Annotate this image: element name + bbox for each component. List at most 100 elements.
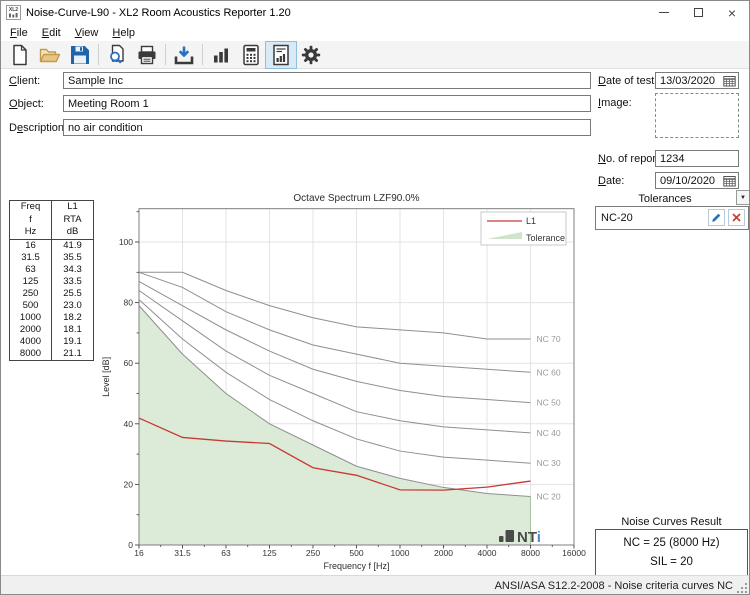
svg-text:Level [dB]: Level [dB] <box>101 357 111 397</box>
tolerance-item[interactable]: NC-20 <box>596 207 748 229</box>
date-of-test-field <box>655 72 739 89</box>
svg-text:8000: 8000 <box>521 548 540 558</box>
svg-text:80: 80 <box>124 298 134 308</box>
table-row: 125 33.5 <box>10 276 94 288</box>
settings-button[interactable] <box>296 42 326 68</box>
print-preview-icon <box>106 44 128 66</box>
level-cell: 25.5 <box>52 288 94 300</box>
image-drop-area[interactable] <box>655 93 739 138</box>
client-label: Client: <box>9 75 40 87</box>
freq-cell: 1000 <box>10 312 52 324</box>
menu-edit[interactable]: Edit <box>35 26 68 40</box>
x-icon <box>732 213 741 222</box>
svg-text:40: 40 <box>124 419 134 429</box>
client-input[interactable] <box>63 72 591 89</box>
pencil-icon <box>711 212 722 223</box>
print-preview-button[interactable] <box>102 42 132 68</box>
svg-text:4000: 4000 <box>478 548 497 558</box>
save-icon <box>69 44 91 66</box>
svg-text:NC 60: NC 60 <box>537 367 561 377</box>
tolerances-dropdown-button[interactable]: ▼ <box>736 190 750 205</box>
resize-grip[interactable] <box>736 582 748 594</box>
bar-chart-icon <box>210 44 232 66</box>
save-button[interactable] <box>65 42 95 68</box>
close-button[interactable]: × <box>715 1 749 24</box>
calculator-icon <box>240 44 262 66</box>
table-row: 500 23.0 <box>10 300 94 312</box>
print-button[interactable] <box>132 42 162 68</box>
svg-text:2000: 2000 <box>434 548 453 558</box>
chevron-down-icon: ▼ <box>740 195 746 201</box>
svg-text:31.5: 31.5 <box>174 548 191 558</box>
tolerances-title: Tolerances <box>595 193 735 205</box>
table-row: 16 41.9 <box>10 239 94 252</box>
level-cell: 35.5 <box>52 252 94 264</box>
svg-text:250: 250 <box>306 548 320 558</box>
date-of-test-label: Date of test: <box>598 75 657 87</box>
svg-text:NTi: NTi <box>517 529 541 546</box>
no-of-report-input[interactable] <box>655 150 739 167</box>
freq-cell: 4000 <box>10 336 52 348</box>
status-bar: ANSI/ASA S12.2-2008 - Noise criteria cur… <box>1 575 749 595</box>
new-document-button[interactable] <box>5 42 35 68</box>
level-cell: 21.1 <box>52 348 94 361</box>
svg-text:1000: 1000 <box>391 548 410 558</box>
toolbar-separator <box>98 44 99 65</box>
object-input[interactable] <box>63 95 591 112</box>
freq-cell: 31.5 <box>10 252 52 264</box>
freq-cell: 2000 <box>10 324 52 336</box>
svg-text:63: 63 <box>221 548 231 558</box>
table-row: 1000 18.2 <box>10 312 94 324</box>
svg-text:NC 20: NC 20 <box>537 492 561 502</box>
maximize-icon <box>694 8 703 17</box>
table-row: 8000 21.1 <box>10 348 94 361</box>
description-label: Description: <box>9 122 67 134</box>
menu-bar: File Edit View Help <box>1 24 749 41</box>
level-cell: 18.1 <box>52 324 94 336</box>
svg-text:NC 70: NC 70 <box>537 334 561 344</box>
date-calendar-button[interactable] <box>721 173 738 188</box>
menu-view[interactable]: View <box>68 26 106 40</box>
title-bar: XL2 Noise-Curve-L90 - XL2 Room Acoustics… <box>1 1 749 24</box>
toolbar-separator <box>202 44 203 65</box>
table-header-l1: L1RTAdB <box>52 201 94 240</box>
description-input[interactable] <box>63 119 591 136</box>
svg-text:NC 50: NC 50 <box>537 398 561 408</box>
svg-text:125: 125 <box>262 548 276 558</box>
svg-text:Octave Spectrum LZF90.0%: Octave Spectrum LZF90.0% <box>293 193 419 204</box>
level-cell: 34.3 <box>52 264 94 276</box>
open-folder-button[interactable] <box>35 42 65 68</box>
svg-text:0: 0 <box>128 540 133 550</box>
menu-help[interactable]: Help <box>105 26 142 40</box>
edit-tolerance-button[interactable] <box>708 209 725 226</box>
bar-chart-button[interactable] <box>206 42 236 68</box>
date-of-test-input[interactable] <box>656 75 721 87</box>
export-button[interactable] <box>169 42 199 68</box>
table-header-freq: FreqfHz <box>10 201 52 240</box>
result-box: NC = 25 (8000 Hz) SIL = 20 <box>595 529 748 576</box>
sil-result-value: SIL = 20 <box>596 556 747 568</box>
freq-cell: 63 <box>10 264 52 276</box>
minimize-button[interactable] <box>647 1 681 24</box>
calculator-button[interactable] <box>236 42 266 68</box>
table-row: 63 34.3 <box>10 264 94 276</box>
tolerance-item-label: NC-20 <box>601 212 633 224</box>
export-icon <box>173 44 195 66</box>
date-of-test-calendar-button[interactable] <box>721 73 738 88</box>
menu-file[interactable]: File <box>3 26 35 40</box>
svg-text:XL2: XL2 <box>9 7 18 13</box>
level-cell: 33.5 <box>52 276 94 288</box>
minimize-icon <box>659 12 669 13</box>
print-icon <box>136 44 158 66</box>
result-title: Noise Curves Result <box>595 516 748 528</box>
level-cell: 18.2 <box>52 312 94 324</box>
date-input[interactable] <box>656 175 721 187</box>
report-button[interactable] <box>266 42 296 68</box>
tolerances-list: NC-20 <box>595 206 749 230</box>
svg-text:20: 20 <box>124 479 134 489</box>
table-row: 4000 19.1 <box>10 336 94 348</box>
date-field <box>655 172 739 189</box>
xl2-logo-icon: XL2 <box>6 5 21 20</box>
delete-tolerance-button[interactable] <box>728 209 745 226</box>
maximize-button[interactable] <box>681 1 715 24</box>
